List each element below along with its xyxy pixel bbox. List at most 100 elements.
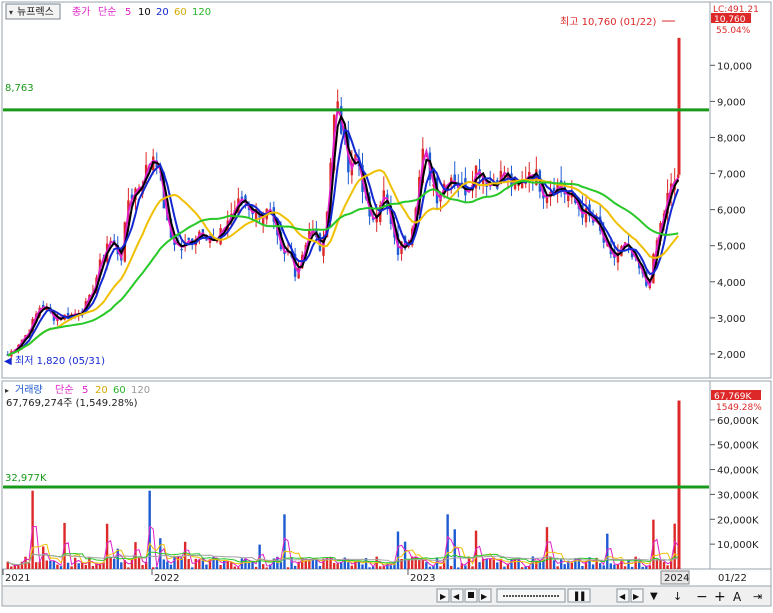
volume-bar xyxy=(449,566,453,569)
skip-back-icon: ◀ xyxy=(453,592,460,601)
volume-bar xyxy=(49,560,52,569)
price-hline-label: 8,763 xyxy=(5,83,34,94)
volume-tick-label: 40,000K xyxy=(717,466,759,477)
volume-expand-icon[interactable]: ▸ xyxy=(5,386,9,395)
volume-bar xyxy=(112,558,116,569)
volume-bar xyxy=(187,559,190,569)
volume-bar xyxy=(194,558,197,569)
volume-bar xyxy=(329,557,332,569)
volume-bar xyxy=(368,567,371,569)
volume-bar xyxy=(598,563,602,569)
volume-bar xyxy=(84,564,88,569)
volume-bar xyxy=(219,565,222,569)
volume-bar xyxy=(66,562,70,569)
volume-bar xyxy=(407,560,410,569)
volume-hline-label: 32,977K xyxy=(5,473,47,484)
volume-bar xyxy=(73,557,77,569)
volume-bar xyxy=(464,565,467,569)
volume-bar xyxy=(591,564,595,569)
low-annotation: 최저 1,820 (05/31) xyxy=(15,355,105,367)
volume-tick-label: 60,000K xyxy=(717,416,759,427)
volume-bar xyxy=(205,564,208,569)
candle-body xyxy=(187,237,190,240)
volume-bar xyxy=(27,562,31,569)
volume-bar xyxy=(215,559,219,569)
settings-icon[interactable]: ⇥ xyxy=(753,590,762,603)
volume-bar xyxy=(137,557,141,569)
zoom-reset-icon[interactable]: ↓ xyxy=(673,590,682,603)
volume-bar xyxy=(361,564,364,569)
high-annotation: 최고 10,760 (01/22) xyxy=(560,16,656,28)
dropdown-icon: ▾ xyxy=(9,8,13,17)
volume-bar xyxy=(279,562,283,569)
x-label-current-date: 01/22 xyxy=(718,573,747,584)
volume-tick-label: 10,000K xyxy=(717,540,759,551)
volume-ma-period-5: 5 xyxy=(82,385,88,396)
volume-bar xyxy=(261,564,265,569)
ma-period-10: 10 xyxy=(138,7,151,18)
volume-bar xyxy=(662,562,666,569)
volume-bar xyxy=(613,564,616,569)
volume-bar xyxy=(350,565,354,569)
sort-down-icon[interactable]: ▼ xyxy=(650,591,658,602)
zoom-out-icon[interactable]: − xyxy=(696,589,708,605)
volume-bar xyxy=(336,563,339,569)
current-volume: 67,769K xyxy=(714,392,752,402)
volume-bar xyxy=(10,566,13,569)
price-legend: ▾ 뉴프렉스 종가 단순 5 10 20 60 120 xyxy=(5,3,211,20)
volume-bar xyxy=(503,566,506,569)
volume-bar xyxy=(666,565,669,569)
volume-bar xyxy=(513,559,517,569)
volume-bar xyxy=(602,565,605,569)
volume-bar xyxy=(403,541,407,569)
volume-bar xyxy=(77,563,80,569)
stock-name: 뉴프렉스 xyxy=(17,6,54,18)
volume-bar xyxy=(559,558,563,569)
volume-tick-label: 50,000K xyxy=(717,441,759,452)
volume-bar xyxy=(318,565,322,569)
play-icon: ▶ xyxy=(440,592,447,601)
candle-body xyxy=(567,195,570,201)
volume-bar xyxy=(311,559,315,569)
volume-bar xyxy=(293,565,297,569)
volume-bar xyxy=(471,566,474,569)
volume-bar xyxy=(230,562,233,569)
volume-bar xyxy=(162,559,166,569)
skip-forward-icon: ▶ xyxy=(481,592,488,601)
volume-bar xyxy=(655,559,659,569)
volume-current: 67,769,274주 (1,549.28%) xyxy=(6,398,138,409)
price-tick-label: 5,000 xyxy=(717,242,746,253)
volume-bar xyxy=(332,562,336,569)
volume-bar xyxy=(45,560,48,569)
last-candle xyxy=(677,37,681,175)
volume-bar xyxy=(496,562,499,569)
volume-bar xyxy=(226,561,229,569)
volume-bar xyxy=(59,566,63,569)
zoom-in-icon[interactable]: + xyxy=(714,589,726,605)
volume-bar xyxy=(425,562,428,569)
volume-bar xyxy=(485,558,488,569)
price-tick-label: 10,000 xyxy=(717,61,752,72)
volume-ma-period-120: 120 xyxy=(131,385,150,396)
volume-ma-label: 단순 xyxy=(55,384,73,396)
volume-bar xyxy=(520,567,524,569)
volume-bar xyxy=(439,566,442,569)
volume-bar xyxy=(155,566,158,569)
volume-bar xyxy=(552,560,556,569)
volume-bar xyxy=(570,562,574,569)
price-tick-label: 6,000 xyxy=(717,206,746,217)
volume-bar xyxy=(98,564,102,569)
volume-bar xyxy=(563,564,566,569)
volume-bar xyxy=(389,565,393,569)
close-label: 종가 xyxy=(72,6,90,18)
volume-bar xyxy=(304,560,307,569)
stock-chart[interactable]: 8,763 32,977K 최고 10,760 (01/22) 최저 1,820… xyxy=(0,0,773,613)
last-volume-bar xyxy=(677,400,681,569)
price-tick-label: 7,000 xyxy=(717,170,746,181)
volume-ma-period-20: 20 xyxy=(95,385,108,396)
auto-scale-icon[interactable]: A xyxy=(733,590,742,604)
volume-bar xyxy=(173,556,176,569)
volume-bar xyxy=(56,564,59,569)
price-tick-label: 4,000 xyxy=(717,278,746,289)
stop-icon xyxy=(468,592,474,598)
